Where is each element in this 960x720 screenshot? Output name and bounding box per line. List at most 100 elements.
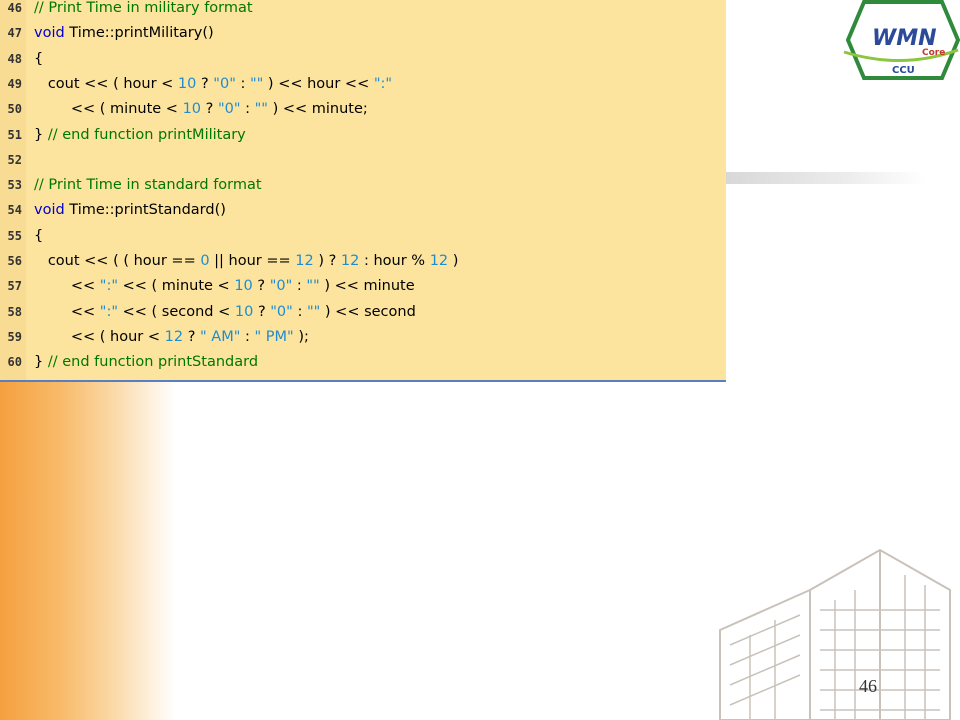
- code-token: 12: [429, 253, 449, 269]
- code-token: // Print Time in standard format: [34, 177, 262, 194]
- line-number: 49: [7, 76, 22, 91]
- wmn-logo: WMN Core CCU: [843, 0, 960, 80]
- code-token: void: [34, 25, 65, 42]
- code-token: }: [34, 126, 48, 143]
- line-number: 50: [7, 102, 22, 117]
- code-token: void: [34, 202, 65, 219]
- orange-gradient-strip: [0, 380, 175, 720]
- building-watermark: [719, 548, 951, 720]
- page-number: 46: [859, 676, 877, 696]
- line-number: 54: [7, 203, 22, 218]
- code-line: 49 cout << ( hour < 10 ? "0" : "" ) << h…: [0, 72, 720, 97]
- code-token: :: [240, 328, 255, 345]
- code-token: :: [292, 278, 307, 295]
- code-token: :: [235, 75, 250, 92]
- code-line: 52: [0, 148, 720, 173]
- code-token: << ( hour <: [34, 328, 165, 345]
- code-line: 50 << ( minute < 10 ? "0" : "" ) << minu…: [0, 97, 720, 122]
- code-text: } // end function printStandard: [34, 350, 258, 375]
- code-token: ) << second: [320, 303, 416, 320]
- line-number: 59: [7, 329, 22, 344]
- code-token: );: [293, 328, 309, 345]
- code-token: :: [292, 303, 307, 320]
- code-text: {: [34, 47, 43, 72]
- line-number: 46: [7, 1, 22, 15]
- code-token: ) << hour <<: [263, 75, 374, 92]
- code-line: 55 {: [0, 224, 720, 249]
- code-text: cout << ( ( hour == 0 || hour == 12 ) ? …: [34, 249, 459, 274]
- code-token: ":": [99, 303, 119, 320]
- code-token: ) << minute: [319, 278, 415, 295]
- code-token: ":": [373, 75, 393, 92]
- code-token: || hour ==: [209, 253, 296, 269]
- code-text: } // end function printMilitary: [34, 123, 246, 148]
- code-token: "": [306, 303, 321, 320]
- code-token: {: [34, 50, 44, 67]
- code-line: 60} // end function printStandard: [0, 350, 720, 375]
- code-token: <<: [34, 278, 100, 295]
- code-text: // Print Time in standard format: [34, 173, 262, 198]
- code-text: void Time::printMilitary(): [34, 21, 214, 46]
- code-token: ?: [183, 328, 201, 345]
- code-token: Time::printStandard(): [64, 202, 226, 219]
- code-token: }: [34, 354, 48, 371]
- code-token: "": [249, 75, 264, 92]
- line-number: 52: [7, 152, 22, 167]
- code-text: {: [34, 224, 43, 249]
- code-token: ) << minute;: [267, 101, 368, 118]
- code-token: ?: [252, 278, 270, 295]
- code-line: 51} // end function printMilitary: [0, 123, 720, 148]
- code-token: 0: [200, 253, 210, 269]
- decorative-band: [726, 172, 926, 184]
- code-token: // end function printMilitary: [47, 126, 246, 143]
- code-token: : hour %: [359, 253, 430, 269]
- code-line: 57 << ":" << ( minute < 10 ? "0" : "" ) …: [0, 274, 720, 299]
- code-line: 53 // Print Time in standard format: [0, 173, 720, 198]
- code-token: <<: [34, 303, 100, 320]
- code-token: "": [254, 101, 268, 118]
- line-number: 58: [7, 304, 22, 319]
- line-number: 56: [7, 254, 22, 268]
- code-line: 58 << ":" << ( second < 10 ? "0" : "" ) …: [0, 300, 720, 325]
- line-number: 53: [7, 178, 22, 193]
- line-number: 57: [7, 279, 22, 294]
- code-token: 12: [295, 253, 314, 269]
- code-token: ":": [99, 278, 119, 295]
- code-token: ): [448, 253, 459, 269]
- code-text: // Print Time in military format: [34, 0, 253, 21]
- code-text: void Time::printStandard(): [34, 198, 226, 223]
- code-token: {: [34, 227, 44, 244]
- code-token: ?: [196, 75, 214, 92]
- line-number: 55: [7, 228, 22, 243]
- code-token: ?: [201, 101, 218, 118]
- code-text: << ( hour < 12 ? " AM" : " PM" );: [34, 325, 309, 350]
- code-token: :: [240, 101, 255, 118]
- code-line: 48 {: [0, 47, 720, 72]
- code-token: Time::printMilitary(): [64, 25, 214, 42]
- code-token: "0": [217, 101, 241, 118]
- code-token: " AM": [200, 328, 241, 345]
- code-token: << ( second <: [118, 303, 235, 320]
- code-text: << ":" << ( second < 10 ? "0" : "" ) << …: [34, 300, 416, 325]
- code-text: << ":" << ( minute < 10 ? "0" : "" ) << …: [34, 274, 415, 299]
- code-token: 12: [164, 328, 184, 345]
- logo-side-text: Core: [922, 48, 945, 58]
- code-token: // end function printStandard: [47, 354, 259, 371]
- code-panel: 46 // Print Time in military format 47 void…: [0, 0, 726, 382]
- code-token: cout << ( hour <: [34, 75, 178, 92]
- code-text: cout << ( hour < 10 ? "0" : "" ) << hour…: [34, 72, 392, 97]
- code-token: "0": [270, 303, 293, 320]
- code-line: 56 cout << ( ( hour == 0 || hour == 12 )…: [0, 249, 720, 274]
- code-token: 10: [234, 303, 254, 320]
- code-line: 46 // Print Time in military format: [0, 0, 720, 21]
- code-token: "0": [213, 75, 236, 92]
- code-token: << ( minute <: [34, 101, 183, 118]
- code-line: 59 << ( hour < 12 ? " AM" : " PM" );: [0, 325, 720, 350]
- line-number: 48: [7, 51, 22, 66]
- code-token: " PM": [254, 328, 294, 345]
- logo-small-text: CCU: [892, 65, 915, 76]
- code-token: "0": [269, 278, 293, 295]
- code-token: << ( minute <: [118, 278, 235, 295]
- code-token: 10: [177, 75, 197, 92]
- code-token: // Print Time in military format: [34, 0, 253, 16]
